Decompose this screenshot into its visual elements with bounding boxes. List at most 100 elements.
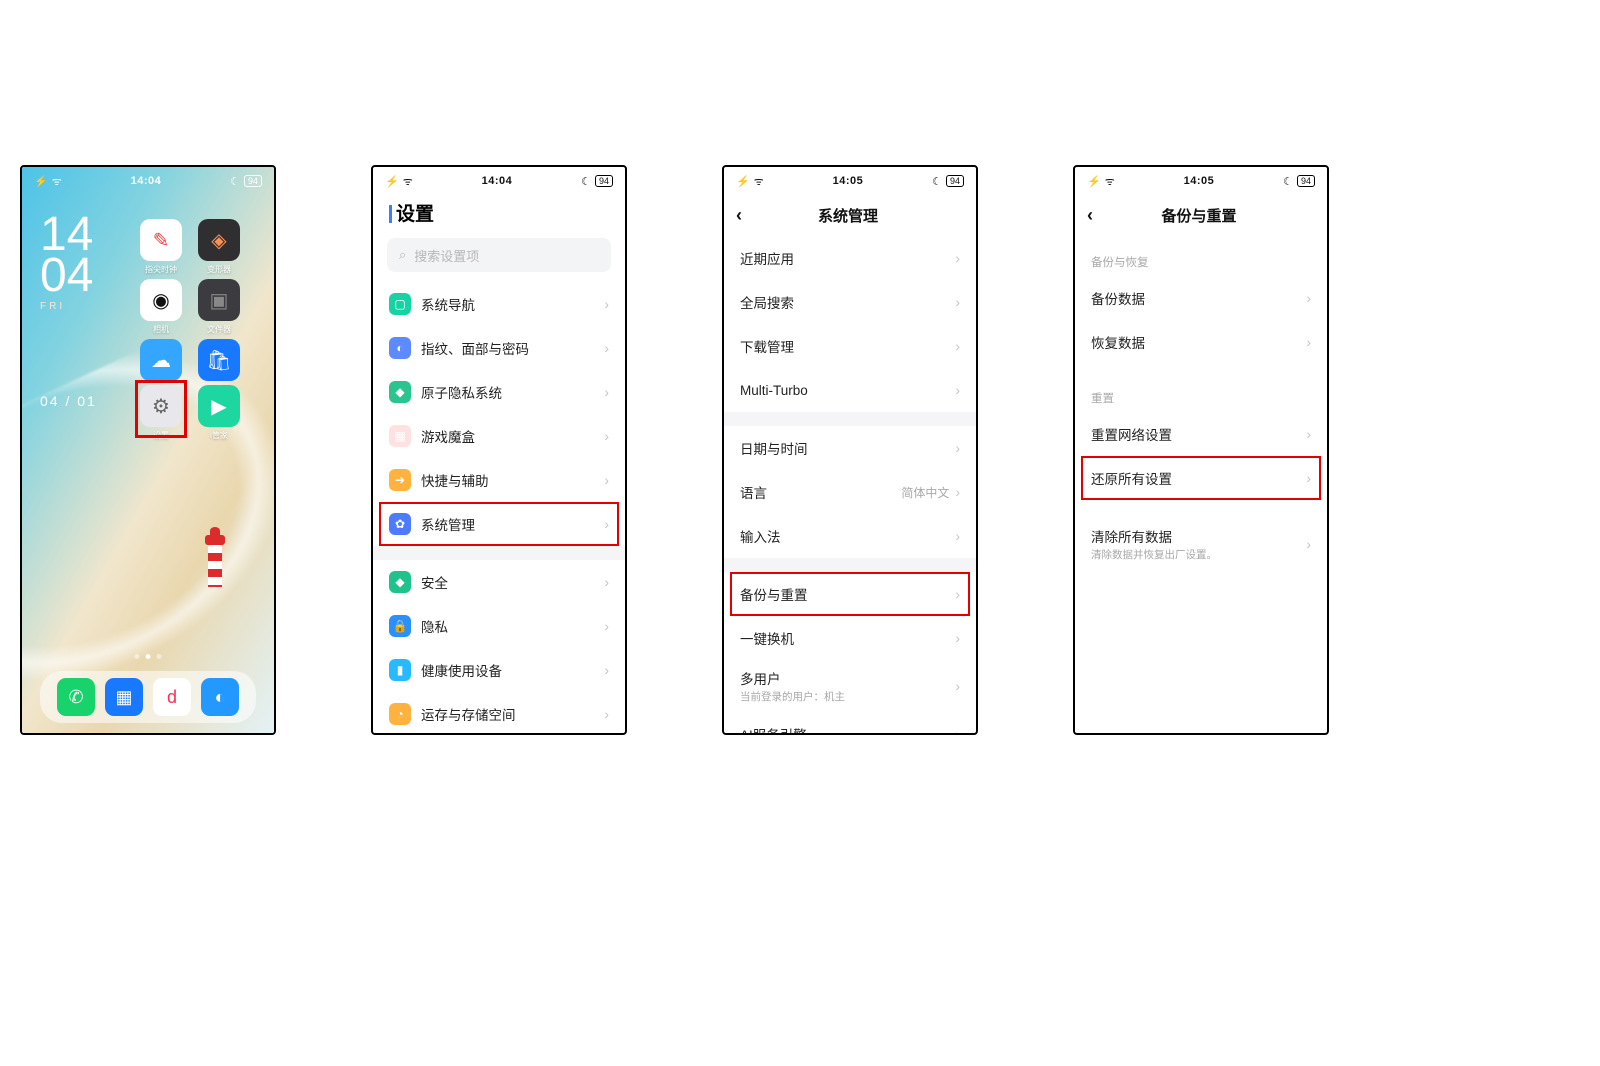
app-label: 文件器	[198, 324, 240, 335]
row-下载管理[interactable]: 下载管理›	[724, 324, 976, 368]
chevron-right-icon: ›	[1306, 470, 1311, 486]
chevron-right-icon: ›	[604, 428, 609, 444]
status-bar: ⚡ᯤ 14:05 ☾94	[1075, 167, 1327, 195]
clock-widget[interactable]: 14 04 FRI	[40, 215, 93, 311]
app-文件器[interactable]: ▣ 文件器	[198, 279, 240, 335]
moon-icon: ☾	[581, 175, 591, 188]
moon-icon: ☾	[1283, 175, 1293, 188]
row-重置网络设置[interactable]: 重置网络设置›	[1075, 412, 1327, 456]
app-变形器[interactable]: ◈变形器	[198, 219, 240, 275]
dock-app[interactable]: ◐	[201, 678, 239, 716]
row-label: 备份与重置	[740, 584, 955, 604]
app-指尖时钟[interactable]: ✎指尖时钟	[140, 219, 182, 275]
page-title: 备份与重置	[1109, 205, 1289, 226]
wifi-icon: ᯤ	[1105, 174, 1115, 189]
row-label: 清除所有数据	[1091, 526, 1306, 546]
app-i管家[interactable]: ▶ i管家	[198, 385, 240, 441]
phone-home: ⚡ᯤ 14:04 ☾94 14 04 FRI 04 / 01 ✎指尖时钟 ◈变形器…	[20, 165, 276, 735]
row-指纹、面部与密码[interactable]: ◐指纹、面部与密码›	[373, 326, 625, 370]
chevron-right-icon: ›	[955, 382, 960, 398]
wifi-icon: ᯤ	[403, 174, 413, 189]
row-系统导航[interactable]: ▢系统导航›	[373, 282, 625, 326]
row-icon: 🔒	[389, 615, 411, 637]
app-label: i管家	[198, 430, 240, 441]
clock-dow: FRI	[40, 303, 93, 312]
settings-list: ▢系统导航›◐指纹、面部与密码›◆原子隐私系统›▦游戏魔盒›➜快捷与辅助›✿系统…	[373, 282, 625, 735]
row-AI服务引擎[interactable]: AI服务引擎›	[724, 712, 976, 735]
row-label: 快捷与辅助	[421, 470, 604, 490]
row-备份与重置[interactable]: 备份与重置›	[724, 572, 976, 616]
row-label: 重置网络设置	[1091, 424, 1306, 444]
row-游戏魔盒[interactable]: ▦ 游戏魔盒›	[373, 414, 625, 458]
row-label: AI服务引擎	[740, 724, 955, 735]
app-row-4: ⚙设置 ▶ i管家	[140, 385, 240, 441]
back-button[interactable]: ‹	[1087, 205, 1109, 226]
row-还原所有设置[interactable]: 还原所有设置›	[1075, 456, 1327, 500]
dock-app[interactable]: ✆	[57, 678, 95, 716]
sysmgmt-list: 近期应用›全局搜索›下载管理›Multi-Turbo› 日期与时间›语言简体中文…	[724, 236, 976, 735]
app-tile-icon: ▶	[198, 385, 240, 427]
status-time: 14:05	[833, 175, 864, 187]
row-运存与存储空间[interactable]: ◔运存与存储空间›	[373, 692, 625, 735]
row-label: 语言	[740, 482, 901, 502]
row-icon: ◔	[389, 703, 411, 725]
dock: ✆ ▦ d ◐	[40, 671, 256, 723]
row-一键换机[interactable]: 一键换机›	[724, 616, 976, 660]
back-button[interactable]: ‹	[736, 205, 758, 226]
app-设置[interactable]: ⚙设置	[140, 385, 182, 441]
search-icon: ⌕	[399, 247, 406, 263]
charge-icon: ⚡	[736, 175, 750, 188]
chevron-right-icon: ›	[604, 618, 609, 634]
app-相机[interactable]: ◉相机	[140, 279, 182, 335]
chevron-right-icon: ›	[955, 630, 960, 646]
section-label: 重置	[1075, 364, 1327, 412]
app-label: 设置	[140, 430, 182, 441]
chevron-right-icon: ›	[955, 294, 960, 310]
row-清除所有数据[interactable]: 清除所有数据清除数据并恢复出厂设置。›	[1075, 518, 1327, 570]
row-icon: ▢	[389, 293, 411, 315]
row-全局搜索[interactable]: 全局搜索›	[724, 280, 976, 324]
chevron-right-icon: ›	[955, 586, 960, 602]
row-label: 日期与时间	[740, 438, 955, 458]
app-label: 指尖时钟	[140, 264, 182, 275]
date-widget[interactable]: 04 / 01	[40, 393, 97, 409]
page-title: 设置	[373, 195, 625, 236]
charge-icon: ⚡	[385, 175, 399, 188]
dock-app[interactable]: ▦	[105, 678, 143, 716]
row-健康使用设备[interactable]: ▮健康使用设备›	[373, 648, 625, 692]
row-icon: ▦	[389, 425, 411, 447]
chevron-right-icon: ›	[955, 726, 960, 735]
row-原子隐私系统[interactable]: ◆原子隐私系统›	[373, 370, 625, 414]
row-label: 系统管理	[421, 514, 604, 534]
moon-icon: ☾	[932, 175, 942, 188]
row-近期应用[interactable]: 近期应用›	[724, 236, 976, 280]
status-time: 14:05	[1184, 175, 1215, 187]
row-隐私[interactable]: 🔒隐私›	[373, 604, 625, 648]
row-label: 游戏魔盒	[421, 426, 604, 446]
search-input[interactable]: ⌕ 搜索设置项	[387, 238, 611, 272]
chevron-right-icon: ›	[955, 484, 960, 500]
battery-icon: 94	[595, 175, 613, 187]
row-恢复数据[interactable]: 恢复数据›	[1075, 320, 1327, 364]
row-语言[interactable]: 语言简体中文›	[724, 470, 976, 514]
row-快捷与辅助[interactable]: ➜快捷与辅助›	[373, 458, 625, 502]
row-label: 全局搜索	[740, 292, 955, 312]
app-tile-icon: ▣	[198, 279, 240, 321]
row-安全[interactable]: ◆安全›	[373, 560, 625, 604]
row-多用户[interactable]: 多用户当前登录的用户：机主›	[724, 660, 976, 712]
row-label: 恢复数据	[1091, 332, 1306, 352]
status-bar: ⚡ᯤ 14:04 ☾94	[22, 167, 274, 195]
phone-reset: ⚡ᯤ 14:05 ☾94 ‹ 备份与重置 备份与恢复 备份数据›恢复数据› 重置…	[1073, 165, 1329, 735]
chevron-right-icon: ›	[1306, 290, 1311, 306]
row-label: 安全	[421, 572, 604, 592]
page-indicator[interactable]	[135, 654, 162, 659]
row-日期与时间[interactable]: 日期与时间›	[724, 426, 976, 470]
chevron-right-icon: ›	[955, 440, 960, 456]
row-系统管理[interactable]: ✿系统管理›	[373, 502, 625, 546]
row-输入法[interactable]: 输入法›	[724, 514, 976, 558]
dock-app[interactable]: d	[153, 678, 191, 716]
row-备份数据[interactable]: 备份数据›	[1075, 276, 1327, 320]
row-label: 输入法	[740, 526, 955, 546]
section-separator	[724, 412, 976, 426]
row-Multi-Turbo[interactable]: Multi-Turbo›	[724, 368, 976, 412]
